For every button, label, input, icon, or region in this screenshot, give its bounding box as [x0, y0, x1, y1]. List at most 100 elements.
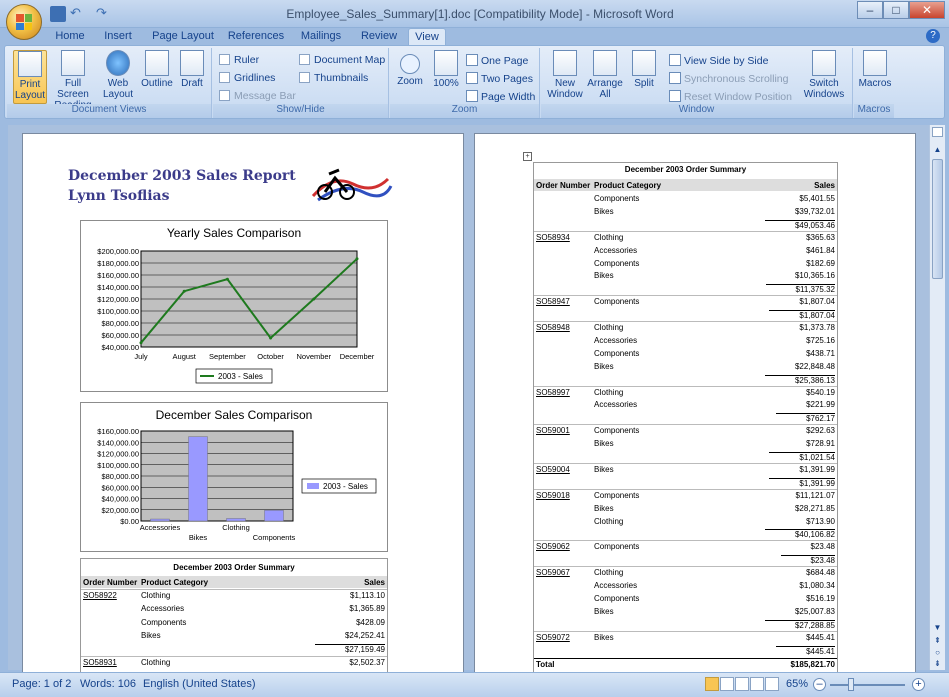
select-browse-object-icon[interactable]: ○ [932, 648, 943, 658]
order-number-link[interactable]: SO58922 [83, 591, 117, 600]
sales-cell: $1,807.04 [799, 297, 835, 307]
table-row: Bikes $22,848.48 [534, 362, 837, 375]
sales-cell: $28,271.85 [794, 503, 835, 513]
total-row: Total $185,821.70 [534, 658, 837, 671]
scroll-up-icon[interactable]: ▲ [932, 145, 943, 155]
order-number-link[interactable]: SO59062 [536, 542, 570, 551]
synchronous-scrolling-button[interactable]: Synchronous Scrolling [669, 72, 788, 85]
zoom-in-icon[interactable]: + [912, 678, 925, 691]
minimize-button[interactable]: – [857, 1, 883, 19]
two-pages-button[interactable]: Two Pages [466, 72, 533, 85]
bar [188, 436, 208, 522]
tab-home[interactable]: Home [48, 28, 92, 46]
order-number-link[interactable]: SO59072 [536, 633, 570, 642]
draft-view-icon[interactable] [765, 677, 779, 691]
tab-insert[interactable]: Insert [98, 28, 138, 46]
scroll-down-icon[interactable]: ▼ [932, 623, 943, 633]
help-icon[interactable]: ? [926, 29, 940, 43]
order-number-link[interactable]: SO58947 [536, 297, 570, 306]
scroll-thumb[interactable] [932, 159, 943, 279]
sales-cell: $23.48 [810, 542, 835, 552]
web-layout-button[interactable]: Web Layout [101, 50, 135, 100]
split-icon [632, 50, 656, 76]
previous-page-icon[interactable]: ⇞ [932, 636, 943, 646]
order-number-link[interactable]: SO59067 [536, 568, 570, 577]
sales-cell: $24,252.41 [344, 630, 385, 640]
tab-page-layout[interactable]: Page Layout [150, 28, 216, 46]
word-count[interactable]: Words: 106 [80, 678, 136, 690]
document-map-checkbox[interactable]: Document Map [299, 54, 385, 66]
tab-mailings[interactable]: Mailings [297, 28, 345, 46]
table-row: SO59062 Components $23.48 [534, 540, 837, 555]
ruler-checkbox[interactable]: Ruler [219, 54, 259, 66]
outline-view-icon[interactable] [750, 677, 764, 691]
web-view-icon[interactable] [735, 677, 749, 691]
reading-view-icon[interactable] [720, 677, 734, 691]
next-page-icon[interactable]: ⇟ [932, 659, 943, 669]
arrange-all-icon [593, 50, 617, 76]
full-screen-reading-button[interactable]: Full Screen Reading [51, 50, 95, 111]
sales-cell: $182.69 [806, 258, 835, 268]
tab-review[interactable]: Review [357, 28, 401, 46]
new-window-button[interactable]: New Window [545, 50, 585, 100]
gridlines-checkbox[interactable]: Gridlines [219, 72, 275, 84]
print-layout-button[interactable]: Print Layout [13, 50, 47, 104]
language-indicator[interactable]: English (United States) [143, 678, 256, 690]
y-tick-label: $140,000.00 [97, 438, 139, 447]
subtotal-cell: $27,159.49 [314, 644, 385, 654]
zoom-100-button[interactable]: 100% [430, 50, 462, 89]
outline-button[interactable]: Outline [137, 50, 177, 89]
product-category-cell: Accessories [594, 335, 638, 345]
sales-cell: $22,848.48 [794, 361, 835, 371]
order-number-link[interactable]: SO59001 [536, 426, 570, 435]
table-row: SO58922 Clothing $1,113.10 [81, 589, 387, 604]
order-number-link[interactable]: SO59018 [536, 491, 570, 500]
undo-icon[interactable]: ↶ [70, 6, 86, 22]
zoom-button[interactable]: Zoom [394, 50, 426, 87]
vertical-scrollbar[interactable]: ▲ ▼ ⇞ ○ ⇟ [929, 125, 945, 670]
zoom-out-icon[interactable]: – [813, 678, 826, 691]
switch-windows-button[interactable]: Switch Windows [799, 50, 849, 100]
tab-references[interactable]: References [226, 28, 286, 46]
sales-cell: $11,121.07 [795, 490, 835, 500]
draft-button[interactable]: Draft [177, 50, 207, 89]
zoom-level[interactable]: 65% [786, 678, 808, 690]
switch-windows-icon [812, 50, 836, 76]
product-category-cell: Accessories [594, 400, 638, 410]
order-number-link[interactable]: SO58931 [83, 658, 117, 667]
order-number-link[interactable]: SO58948 [536, 323, 570, 332]
split-button[interactable]: Split [629, 50, 659, 89]
order-number-link[interactable]: SO59004 [536, 465, 570, 474]
ruler-toggle-icon[interactable] [932, 127, 943, 137]
print-layout-view-icon[interactable] [705, 677, 719, 691]
macros-button[interactable]: Macros [856, 50, 894, 89]
page-width-button[interactable]: Page Width [466, 90, 535, 103]
product-category-cell: Bikes [594, 464, 614, 474]
redo-icon[interactable]: ↷ [96, 6, 112, 22]
view-side-by-side-button[interactable]: View Side by Side [669, 54, 768, 67]
thumbnails-checkbox[interactable]: Thumbnails [299, 72, 368, 84]
close-button[interactable]: ✕ [909, 1, 945, 19]
table-row: Bikes $25,007.83 [534, 607, 837, 620]
reset-window-position-button[interactable]: Reset Window Position [669, 90, 792, 103]
order-number-link[interactable]: SO58997 [536, 388, 570, 397]
page-indicator[interactable]: Page: 1 of 2 [12, 678, 71, 690]
arrange-all-button[interactable]: Arrange All [585, 50, 625, 100]
office-button[interactable] [6, 4, 42, 40]
page-100-icon [434, 50, 458, 76]
tab-view[interactable]: View [408, 28, 446, 46]
table-move-handle-icon[interactable]: + [523, 152, 532, 161]
product-category-cell: Bikes [594, 632, 614, 642]
order-number-link[interactable]: SO58934 [536, 233, 570, 242]
maximize-button[interactable]: □ [883, 1, 909, 19]
zoom-slider-thumb[interactable] [848, 678, 854, 691]
zoom-slider[interactable] [830, 684, 905, 686]
save-icon[interactable] [50, 6, 66, 22]
x-tick-label: Clothing [222, 523, 250, 532]
message-bar-checkbox[interactable]: Message Bar [219, 90, 296, 102]
title-bar: ↶ ↷ Employee_Sales_Summary[1].doc [Compa… [0, 0, 949, 28]
one-page-button[interactable]: One Page [466, 54, 528, 67]
data-point [269, 336, 273, 340]
y-tick-label: $160,000.00 [97, 427, 139, 436]
total-label: Total [536, 660, 555, 670]
